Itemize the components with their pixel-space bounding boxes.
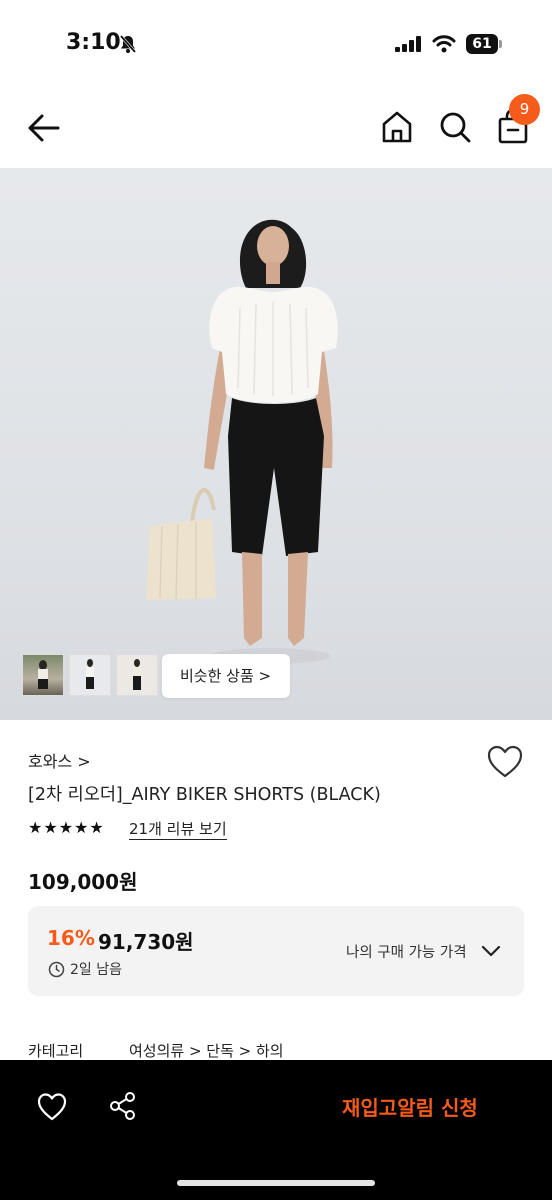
back-arrow-icon[interactable]	[24, 108, 64, 148]
wishlist-heart-icon[interactable]	[36, 1092, 68, 1122]
share-icon[interactable]	[108, 1091, 138, 1121]
similar-products-button[interactable]: 비슷한 상품 >	[162, 654, 290, 698]
status-bar: 3:10 61	[0, 0, 552, 90]
clock-icon	[48, 961, 65, 978]
wishlist-heart-icon[interactable]	[486, 744, 524, 780]
my-price-label: 나의 구매 가능 가격	[346, 945, 467, 961]
discount-box[interactable]: 16% 91,730원 2일 남음 나의 구매 가능 가격	[28, 906, 524, 996]
chevron-down-icon[interactable]	[480, 940, 502, 962]
thumbnail-1-figure	[38, 660, 48, 689]
thumbnail-3-figure	[133, 659, 141, 690]
thumbnail-2-figure	[86, 659, 94, 689]
discount-price: 91,730원	[98, 930, 194, 954]
cellular-signal-icon	[395, 36, 421, 52]
time-remaining: 2일 남음	[70, 962, 122, 978]
category-breadcrumb[interactable]: 여성의류 > 단독 > 하의	[129, 1040, 284, 1061]
cart-count-badge: 9	[509, 94, 540, 125]
product-main-image[interactable]	[0, 168, 552, 720]
status-time: 3:10	[66, 30, 121, 55]
home-icon[interactable]	[378, 108, 416, 146]
category-label: 카테고리	[28, 1042, 84, 1060]
top-nav: 9	[0, 90, 552, 168]
battery-level: 61	[472, 36, 492, 52]
brand-link[interactable]: 호와스 >	[28, 748, 91, 772]
star-rating-icon: ★★★★★	[28, 818, 105, 837]
original-price: 109,000원	[28, 870, 138, 894]
battery-indicator: 61	[466, 34, 502, 54]
reviews-link[interactable]: 21개 리뷰 보기	[129, 818, 227, 840]
discount-percent: 16%	[47, 926, 95, 950]
wifi-icon	[432, 35, 456, 53]
model-photo	[146, 219, 338, 664]
search-icon[interactable]	[436, 108, 474, 146]
thumbnail-1[interactable]	[22, 654, 64, 696]
restock-alert-button[interactable]: 재입고알림 신청	[342, 1092, 478, 1121]
product-title: [2차 리오더]_AIRY BIKER SHORTS (BLACK)	[28, 785, 381, 805]
muted-bell-icon	[119, 35, 137, 53]
home-indicator[interactable]	[177, 1180, 375, 1186]
bottom-action-bar: 재입고알림 신청	[0, 1060, 552, 1200]
thumbnail-3[interactable]	[116, 654, 158, 696]
thumbnail-2[interactable]	[69, 654, 111, 696]
